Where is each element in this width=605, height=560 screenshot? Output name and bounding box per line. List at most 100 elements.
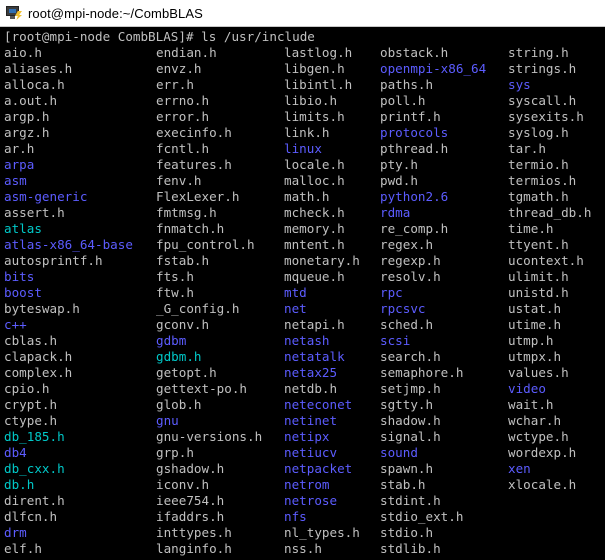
directory-entry: drm (4, 525, 27, 540)
file-entry: mqueue.h (284, 269, 345, 284)
symlink-entry: atlas (4, 221, 42, 236)
file-entry: re_comp.h (380, 221, 449, 236)
directory-entry: db4 (4, 445, 27, 460)
file-entry: utime.h (508, 317, 562, 332)
file-entry: libintl.h (284, 77, 353, 92)
directory-entry: sys (508, 77, 531, 92)
directory-entry: rpc (380, 285, 403, 300)
file-entry: fts.h (156, 269, 194, 284)
file-entry: ifaddrs.h (156, 509, 225, 524)
file-entry: nss.h (284, 541, 322, 556)
directory-entry: asm (4, 173, 27, 188)
file-entry: ar.h (4, 141, 35, 156)
window-title: root@mpi-node:~/CombBLAS (28, 5, 203, 21)
file-entry: regex.h (380, 237, 434, 252)
file-entry: netapi.h (284, 317, 345, 332)
file-entry: limits.h (284, 109, 345, 124)
file-entry: utmpx.h (508, 349, 562, 364)
file-entry: FlexLexer.h (156, 189, 240, 204)
symlink-entry: db_185.h (4, 429, 65, 444)
file-entry: autosprintf.h (4, 253, 103, 268)
file-entry: stab.h (380, 477, 426, 492)
file-entry: envz.h (156, 61, 202, 76)
file-entry: pthread.h (380, 141, 449, 156)
file-entry: spawn.h (380, 461, 434, 476)
directory-entry: netrose (284, 493, 338, 508)
file-entry: gconv.h (156, 317, 210, 332)
file-entry: resolv.h (380, 269, 441, 284)
file-entry: regexp.h (380, 253, 441, 268)
directory-entry: netipx (284, 429, 330, 444)
terminal-output[interactable]: [root@mpi-node CombBLAS]# ls /usr/includ… (0, 28, 605, 560)
file-entry: features.h (156, 157, 232, 172)
file-entry: link.h (284, 125, 330, 140)
file-entry: netdb.h (284, 381, 338, 396)
file-entry: crypt.h (4, 397, 58, 412)
file-entry: search.h (380, 349, 441, 364)
file-entry: xlocale.h (508, 477, 577, 492)
file-entry: tgmath.h (508, 189, 569, 204)
file-entry: iconv.h (156, 477, 210, 492)
terminal-window[interactable]: root@mpi-node:~/CombBLAS [root@mpi-node … (0, 0, 605, 560)
file-entry: termios.h (508, 173, 577, 188)
directory-entry: netatalk (284, 349, 345, 364)
file-entry: fmtmsg.h (156, 205, 217, 220)
directory-entry: openmpi-x86_64 (380, 61, 487, 76)
file-entry: fcntl.h (156, 141, 210, 156)
file-entry: setjmp.h (380, 381, 441, 396)
putty-terminal-icon[interactable] (6, 5, 22, 21)
symlink-entry: gdbm.h (156, 349, 202, 364)
file-entry: signal.h (380, 429, 441, 444)
directory-entry: arpa (4, 157, 35, 172)
file-entry: dirent.h (4, 493, 65, 508)
directory-entry: net (284, 301, 307, 316)
file-entry: locale.h (284, 157, 345, 172)
file-entry: langinfo.h (156, 541, 232, 556)
file-entry: math.h (284, 189, 330, 204)
directory-entry: atlas-x86_64-base (4, 237, 133, 252)
file-entry: paths.h (380, 77, 434, 92)
directory-entry: mtd (284, 285, 307, 300)
file-entry: libio.h (284, 93, 338, 108)
directory-entry: bits (4, 269, 35, 284)
file-entry: strings.h (508, 61, 577, 76)
file-entry: ieee754.h (156, 493, 225, 508)
file-entry: tar.h (508, 141, 546, 156)
directory-entry: scsi (380, 333, 411, 348)
file-entry: ustat.h (508, 301, 562, 316)
file-entry: glob.h (156, 397, 202, 412)
file-entry: memory.h (284, 221, 345, 236)
file-entry: error.h (156, 109, 210, 124)
file-entry: wchar.h (508, 413, 562, 428)
file-entry: string.h (508, 45, 569, 60)
file-entry: syscall.h (508, 93, 577, 108)
directory-entry: rdma (380, 205, 411, 220)
file-entry: endian.h (156, 45, 217, 60)
file-entry: grp.h (156, 445, 194, 460)
file-entry: stdio_ext.h (380, 509, 464, 524)
file-entry: fstab.h (156, 253, 210, 268)
file-entry: clapack.h (4, 349, 73, 364)
file-entry: pwd.h (380, 173, 418, 188)
file-entry: dlfcn.h (4, 509, 58, 524)
file-entry: cblas.h (4, 333, 58, 348)
directory-entry: boost (4, 285, 42, 300)
directory-entry: gnu (156, 413, 179, 428)
file-entry: sysexits.h (508, 109, 584, 124)
title-bar[interactable]: root@mpi-node:~/CombBLAS (0, 0, 605, 27)
file-entry: wctype.h (508, 429, 569, 444)
file-entry: pty.h (380, 157, 418, 172)
directory-entry: nfs (284, 509, 307, 524)
file-entry: byteswap.h (4, 301, 80, 316)
file-entry: semaphore.h (380, 365, 464, 380)
file-entry: lastlog.h (284, 45, 353, 60)
directory-entry: netiucv (284, 445, 338, 460)
file-entry: ctype.h (4, 413, 58, 428)
directory-entry: gdbm (156, 333, 187, 348)
file-entry: getopt.h (156, 365, 217, 380)
directory-entry: rpcsvc (380, 301, 426, 316)
file-entry: alloca.h (4, 77, 65, 92)
directory-entry: python2.6 (380, 189, 449, 204)
file-entry: ttyent.h (508, 237, 569, 252)
file-entry: fnmatch.h (156, 221, 225, 236)
